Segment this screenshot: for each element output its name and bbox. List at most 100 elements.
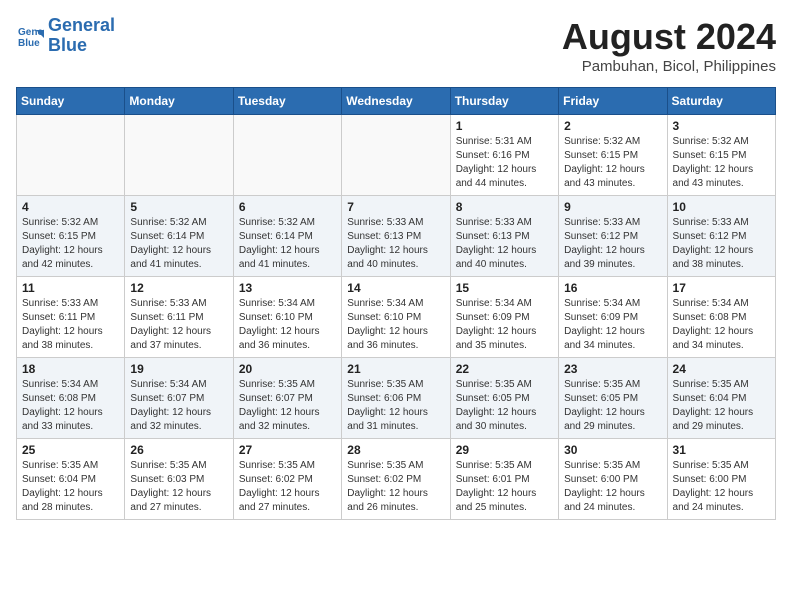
- calendar-cell: 19 Sunrise: 5:34 AM Sunset: 6:07 PM Dayli…: [125, 358, 233, 439]
- weekday-header-tuesday: Tuesday: [233, 88, 341, 115]
- calendar-cell: 4 Sunrise: 5:32 AM Sunset: 6:15 PM Daylig…: [17, 196, 125, 277]
- day-info: Sunrise: 5:33 AM Sunset: 6:13 PM Dayligh…: [347, 216, 444, 272]
- calendar-cell: 23Sunrise: 5:35 AM Sunset: 6:05 PM Dayli…: [559, 358, 667, 439]
- calendar-cell: 5 Sunrise: 5:32 AM Sunset: 6:14 PM Daylig…: [125, 196, 233, 277]
- weekday-header-monday: Monday: [125, 88, 233, 115]
- calendar-cell: 6Sunrise: 5:32 AM Sunset: 6:14 PM Daylig…: [233, 196, 341, 277]
- day-number: 6: [239, 200, 336, 214]
- weekday-header-row: SundayMondayTuesdayWednesdayThursdayFrid…: [17, 88, 776, 115]
- calendar-cell: 10 Sunrise: 5:33 AM Sunset: 6:12 PM Dayli…: [667, 196, 775, 277]
- day-number: 7: [347, 200, 444, 214]
- day-number: 26: [130, 443, 227, 457]
- day-info: Sunrise: 5:34 AM Sunset: 6:08 PM Dayligh…: [673, 297, 770, 353]
- calendar-cell: 31Sunrise: 5:35 AM Sunset: 6:00 PM Dayli…: [667, 439, 775, 520]
- calendar-cell: 1 Sunrise: 5:31 AM Sunset: 6:16 PM Daylig…: [450, 115, 558, 196]
- day-info: Sunrise: 5:33 AM Sunset: 6:11 PM Dayligh…: [22, 297, 119, 353]
- calendar-cell: 2 Sunrise: 5:32 AM Sunset: 6:15 PM Daylig…: [559, 115, 667, 196]
- calendar-week-row: 11 Sunrise: 5:33 AM Sunset: 6:11 PM Dayli…: [17, 277, 776, 358]
- day-info: Sunrise: 5:34 AM Sunset: 6:09 PM Dayligh…: [456, 297, 553, 353]
- calendar-cell: [342, 115, 450, 196]
- day-number: 13: [239, 281, 336, 295]
- day-number: 2: [564, 119, 661, 133]
- day-info: Sunrise: 5:35 AM Sunset: 6:07 PM Dayligh…: [239, 378, 336, 434]
- calendar-cell: 15 Sunrise: 5:34 AM Sunset: 6:09 PM Dayli…: [450, 277, 558, 358]
- day-number: 19: [130, 362, 227, 376]
- month-title: August 2024: [562, 16, 776, 58]
- weekday-header-friday: Friday: [559, 88, 667, 115]
- day-number: 15: [456, 281, 553, 295]
- day-number: 14: [347, 281, 444, 295]
- day-info: Sunrise: 5:32 AM Sunset: 6:15 PM Dayligh…: [673, 135, 770, 191]
- calendar-cell: 22 Sunrise: 5:35 AM Sunset: 6:05 PM Dayli…: [450, 358, 558, 439]
- day-number: 30: [564, 443, 661, 457]
- day-number: 29: [456, 443, 553, 457]
- day-info: Sunrise: 5:34 AM Sunset: 6:10 PM Dayligh…: [347, 297, 444, 353]
- day-number: 22: [456, 362, 553, 376]
- logo: General Blue GeneralBlue: [16, 16, 115, 56]
- day-info: Sunrise: 5:35 AM Sunset: 6:04 PM Dayligh…: [22, 459, 119, 515]
- day-info: Sunrise: 5:33 AM Sunset: 6:11 PM Dayligh…: [130, 297, 227, 353]
- day-info: Sunrise: 5:34 AM Sunset: 6:07 PM Dayligh…: [130, 378, 227, 434]
- day-info: Sunrise: 5:35 AM Sunset: 6:01 PM Dayligh…: [456, 459, 553, 515]
- calendar-cell: 9Sunrise: 5:33 AM Sunset: 6:12 PM Daylig…: [559, 196, 667, 277]
- logo-icon: General Blue: [16, 22, 44, 50]
- day-info: Sunrise: 5:32 AM Sunset: 6:15 PM Dayligh…: [22, 216, 119, 272]
- day-number: 11: [22, 281, 119, 295]
- calendar-week-row: 25Sunrise: 5:35 AM Sunset: 6:04 PM Dayli…: [17, 439, 776, 520]
- calendar-week-row: 4 Sunrise: 5:32 AM Sunset: 6:15 PM Daylig…: [17, 196, 776, 277]
- day-info: Sunrise: 5:35 AM Sunset: 6:00 PM Dayligh…: [673, 459, 770, 515]
- day-info: Sunrise: 5:34 AM Sunset: 6:08 PM Dayligh…: [22, 378, 119, 434]
- day-info: Sunrise: 5:32 AM Sunset: 6:15 PM Dayligh…: [564, 135, 661, 191]
- day-number: 27: [239, 443, 336, 457]
- day-info: Sunrise: 5:32 AM Sunset: 6:14 PM Dayligh…: [130, 216, 227, 272]
- calendar-cell: 21Sunrise: 5:35 AM Sunset: 6:06 PM Dayli…: [342, 358, 450, 439]
- calendar-cell: [233, 115, 341, 196]
- calendar-cell: 20 Sunrise: 5:35 AM Sunset: 6:07 PM Dayli…: [233, 358, 341, 439]
- calendar-cell: 18Sunrise: 5:34 AM Sunset: 6:08 PM Dayli…: [17, 358, 125, 439]
- calendar-cell: [125, 115, 233, 196]
- calendar-cell: 11 Sunrise: 5:33 AM Sunset: 6:11 PM Dayli…: [17, 277, 125, 358]
- day-info: Sunrise: 5:35 AM Sunset: 6:04 PM Dayligh…: [673, 378, 770, 434]
- day-info: Sunrise: 5:35 AM Sunset: 6:02 PM Dayligh…: [239, 459, 336, 515]
- day-number: 10: [673, 200, 770, 214]
- calendar-cell: 30 Sunrise: 5:35 AM Sunset: 6:00 PM Dayli…: [559, 439, 667, 520]
- calendar-cell: 25Sunrise: 5:35 AM Sunset: 6:04 PM Dayli…: [17, 439, 125, 520]
- calendar-cell: 14 Sunrise: 5:34 AM Sunset: 6:10 PM Dayli…: [342, 277, 450, 358]
- day-info: Sunrise: 5:33 AM Sunset: 6:13 PM Dayligh…: [456, 216, 553, 272]
- day-number: 4: [22, 200, 119, 214]
- title-block: August 2024 Pambuhan, Bicol, Philippines: [562, 16, 776, 75]
- day-info: Sunrise: 5:35 AM Sunset: 6:00 PM Dayligh…: [564, 459, 661, 515]
- calendar-cell: [17, 115, 125, 196]
- day-number: 16: [564, 281, 661, 295]
- day-info: Sunrise: 5:33 AM Sunset: 6:12 PM Dayligh…: [673, 216, 770, 272]
- calendar-week-row: 1 Sunrise: 5:31 AM Sunset: 6:16 PM Daylig…: [17, 115, 776, 196]
- svg-text:Blue: Blue: [18, 38, 40, 49]
- day-number: 17: [673, 281, 770, 295]
- day-info: Sunrise: 5:34 AM Sunset: 6:09 PM Dayligh…: [564, 297, 661, 353]
- day-info: Sunrise: 5:31 AM Sunset: 6:16 PM Dayligh…: [456, 135, 553, 191]
- day-info: Sunrise: 5:35 AM Sunset: 6:03 PM Dayligh…: [130, 459, 227, 515]
- calendar-table: SundayMondayTuesdayWednesdayThursdayFrid…: [16, 87, 776, 520]
- day-number: 5: [130, 200, 227, 214]
- day-number: 9: [564, 200, 661, 214]
- page-header: General Blue GeneralBlue August 2024 Pam…: [16, 16, 776, 75]
- calendar-cell: 27 Sunrise: 5:35 AM Sunset: 6:02 PM Dayli…: [233, 439, 341, 520]
- calendar-cell: 3Sunrise: 5:32 AM Sunset: 6:15 PM Daylig…: [667, 115, 775, 196]
- calendar-cell: 26 Sunrise: 5:35 AM Sunset: 6:03 PM Dayli…: [125, 439, 233, 520]
- calendar-cell: 29 Sunrise: 5:35 AM Sunset: 6:01 PM Dayli…: [450, 439, 558, 520]
- day-number: 24: [673, 362, 770, 376]
- day-number: 1: [456, 119, 553, 133]
- calendar-cell: 17 Sunrise: 5:34 AM Sunset: 6:08 PM Dayli…: [667, 277, 775, 358]
- day-number: 20: [239, 362, 336, 376]
- calendar-week-row: 18Sunrise: 5:34 AM Sunset: 6:08 PM Dayli…: [17, 358, 776, 439]
- calendar-cell: 28 Sunrise: 5:35 AM Sunset: 6:02 PM Dayli…: [342, 439, 450, 520]
- weekday-header-sunday: Sunday: [17, 88, 125, 115]
- calendar-cell: 24 Sunrise: 5:35 AM Sunset: 6:04 PM Dayli…: [667, 358, 775, 439]
- calendar-cell: 7 Sunrise: 5:33 AM Sunset: 6:13 PM Daylig…: [342, 196, 450, 277]
- calendar-cell: 8Sunrise: 5:33 AM Sunset: 6:13 PM Daylig…: [450, 196, 558, 277]
- day-number: 28: [347, 443, 444, 457]
- day-info: Sunrise: 5:35 AM Sunset: 6:02 PM Dayligh…: [347, 459, 444, 515]
- day-info: Sunrise: 5:35 AM Sunset: 6:05 PM Dayligh…: [456, 378, 553, 434]
- day-number: 12: [130, 281, 227, 295]
- day-number: 21: [347, 362, 444, 376]
